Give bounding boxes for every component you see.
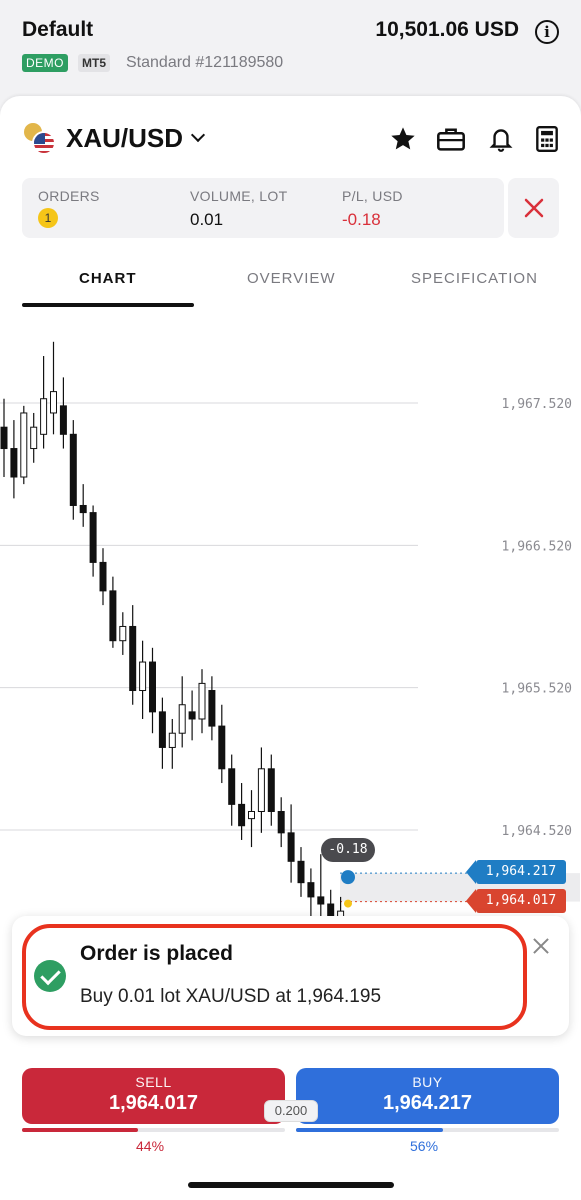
candle-body [89,512,97,563]
sell-price: 1,964.017 [109,1092,198,1114]
candle-body [99,561,107,592]
sell-button[interactable]: SELL 1,964.017 [22,1068,285,1124]
candle-body [277,810,285,834]
instrument-tabs: CHART OVERVIEW SPECIFICATION [0,258,581,308]
symbol-flag-icon [22,121,56,155]
active-tab-indicator [22,303,194,307]
candle-body [218,725,226,770]
calculator-icon[interactable] [532,124,562,154]
position-pl-bubble[interactable]: -0.18 [321,838,375,862]
orders-count-badge: 1 [38,208,58,228]
account-balance: 10,501.06 USD [375,18,519,41]
candle-body [119,625,127,642]
orders-summary-card[interactable]: ORDERS 1 VOLUME, LOT 0.01 P/L, USD -0.18 [22,178,504,238]
orders-label: ORDERS [38,188,100,204]
candle-body [149,661,156,713]
candle-body [248,810,255,820]
platform-badge: MT5 [78,54,110,72]
buy-percent: 56% [410,1138,439,1154]
candle-body [257,768,265,812]
demo-badge: DEMO [22,54,68,72]
symbol-name: XAU/USD [66,122,184,153]
candle-body [188,711,196,720]
buy-price: 1,964.217 [383,1092,472,1114]
sell-percent: 44% [136,1138,165,1154]
chevron-down-icon [190,127,206,143]
account-type: Standard #121189580 [126,54,284,71]
spread-value: 0.200 [264,1100,318,1122]
buy-price-tag: 1,964.217 [466,860,566,884]
toast-highlight-outline [22,924,527,1030]
buy-sentiment-fill [296,1128,444,1132]
candle-body [198,682,206,720]
sell-label: SELL [135,1074,172,1090]
candle-body [317,896,325,905]
candle-body [287,832,295,862]
close-icon [524,198,543,218]
sell-sentiment-bar [22,1128,285,1132]
candle-body [0,426,8,450]
briefcase-icon[interactable] [436,124,466,154]
close-all-button[interactable] [508,178,559,238]
volume-value: 0.01 [190,210,224,229]
candle-body [267,768,275,812]
candle-body [208,690,216,727]
check-circle-icon [34,960,66,992]
sell-price-tag: 1,964.017 [466,889,566,913]
position-marker [341,870,355,885]
candle-body [69,433,77,506]
home-indicator [188,1182,394,1188]
info-icon[interactable]: i [535,20,559,44]
symbol-selector[interactable]: XAU/USD [22,120,206,156]
price-level-label: 1,967.520 [502,397,572,412]
account-name[interactable]: Default [22,18,93,42]
order-placed-toast: Order is placed Buy 0.01 lot XAU/USD at … [12,916,569,1036]
candle-body [129,625,137,692]
candle-body [297,860,305,884]
bell-icon[interactable] [486,124,516,154]
price-level-label: 1,965.520 [502,682,572,697]
pl-value: -0.18 [342,210,381,229]
tab-specification[interactable]: SPECIFICATION [411,270,538,287]
buy-button[interactable]: BUY 1,964.217 [296,1068,559,1124]
candle-body [307,882,315,898]
volume-label: VOLUME, LOT [190,188,288,204]
buy-label: BUY [412,1074,443,1090]
candle-body [40,398,48,435]
star-icon[interactable] [388,124,418,154]
price-level-label: 1,964.520 [502,824,572,839]
candle-body [109,590,117,642]
toast-title: Order is placed [80,942,233,965]
candle-body [20,412,28,478]
candle-body [139,661,147,692]
candle-body [79,504,87,514]
pl-label: P/L, USD [342,188,403,204]
candle-body [50,391,57,414]
price-level-label: 1,966.520 [502,539,572,554]
tab-overview[interactable]: OVERVIEW [247,270,336,287]
toast-close-icon[interactable] [531,936,551,956]
tab-chart[interactable]: CHART [79,270,137,287]
toast-message: Buy 0.01 lot XAU/USD at 1,964.195 [80,986,382,1007]
candle-body [59,405,67,435]
account-header: Default 10,501.06 USD i DEMO MT5 Standar… [0,0,581,100]
candle-body [178,704,186,734]
sell-sentiment-fill [22,1128,138,1132]
candle-body [228,768,236,805]
candle-body [30,426,38,450]
buy-sentiment-bar [296,1128,559,1132]
candle-body [168,732,176,748]
candle-body [10,448,18,478]
price-chart[interactable]: 1,967.520 1,966.520 1,965.520 1,964.520 [0,320,581,920]
last-price-dot [344,899,352,908]
candle-body [158,711,166,748]
candle-body [238,803,246,827]
